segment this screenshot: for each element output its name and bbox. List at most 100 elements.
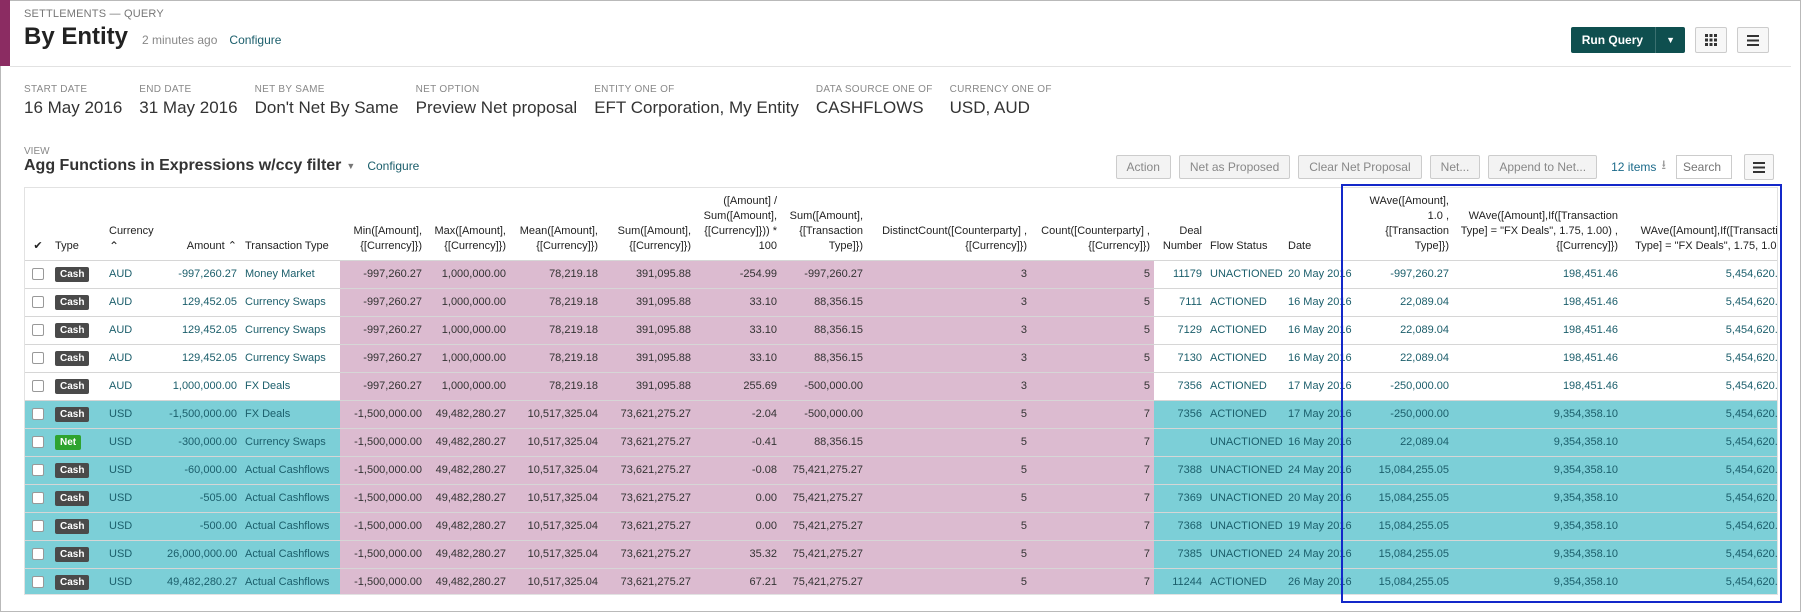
table-row[interactable]: Cash AUD -997,260.27 Money Market -997,260.2… — [25, 259, 1777, 288]
table-row[interactable]: Cash USD 26,000,000.00 Actual Cashflows -1,5… — [25, 539, 1777, 568]
col-header-max[interactable]: Max([Amount], {[Currency]}) — [426, 188, 510, 260]
cell-mean: 10,517,325.04 — [510, 427, 602, 456]
cell-pct: 0.00 — [695, 511, 781, 540]
cell-amount: -505.00 — [163, 483, 241, 512]
row-checkbox[interactable] — [32, 548, 44, 561]
col-header-wave1[interactable]: WAve([Amount], 1.0 , {[Transaction Type]… — [1359, 188, 1453, 260]
cell-wave2: 9,354,358.10 — [1453, 483, 1622, 512]
table-row[interactable]: Cash USD -500.00 Actual Cashflows -1,500,000… — [25, 511, 1777, 540]
hamburger-menu-icon[interactable] — [1737, 27, 1769, 53]
col-header-sum[interactable]: Sum([Amount], {[Currency]}) — [602, 188, 695, 260]
cell-wave1: 15,084,255.05 — [1359, 455, 1453, 484]
col-header-min[interactable]: Min([Amount], {[Currency]}) — [340, 188, 426, 260]
cell-date: 26 May 2016 — [1284, 567, 1359, 594]
filter-label: CURRENCY ONE OF — [949, 84, 1052, 95]
net-as-proposed-button[interactable]: Net as Proposed — [1178, 155, 1291, 179]
table-row[interactable]: Cash AUD 129,452.05 Currency Swaps -997,260.… — [25, 343, 1777, 372]
action-button[interactable]: Action — [1115, 155, 1171, 179]
cell-amount: -1,500,000.00 — [163, 399, 241, 428]
col-header-pct[interactable]: ([Amount] / Sum([Amount], {[Currency]}))… — [695, 188, 781, 260]
row-checkbox[interactable] — [32, 492, 44, 505]
table-row[interactable]: Cash AUD 129,452.05 Currency Swaps -997,260.… — [25, 287, 1777, 316]
table-row[interactable]: Cash AUD 1,000,000.00 FX Deals -997,260.27 1,… — [25, 371, 1777, 400]
col-header-sum-tt[interactable]: Sum([Amount], {[Transaction Type]}) — [781, 188, 867, 260]
cell-currency: AUD — [105, 371, 163, 400]
view-selector[interactable]: Agg Functions in Expressions w/ccy filte… — [24, 157, 341, 175]
filter-currency[interactable]: CURRENCY ONE OF USD, AUD — [950, 84, 1052, 118]
filter-entity[interactable]: ENTITY ONE OF EFT Corporation, My Entity — [594, 84, 799, 118]
table-row[interactable]: Cash USD -505.00 Actual Cashflows -1,500,000… — [25, 483, 1777, 512]
cell-currency: USD — [105, 567, 163, 594]
cell-wave2: 9,354,358.10 — [1453, 567, 1622, 594]
view-configure-link[interactable]: Configure — [367, 159, 419, 173]
col-header-mean[interactable]: Mean([Amount], {[Currency]}) — [510, 188, 602, 260]
cell-wave3: 5,454,620.09 — [1622, 287, 1777, 316]
filter-end-date[interactable]: END DATE 31 May 2016 — [139, 84, 237, 118]
col-header-type[interactable]: Type — [51, 188, 105, 260]
grid-view-icon[interactable] — [1695, 27, 1727, 53]
cell-wave2: 198,451.46 — [1453, 315, 1622, 344]
configure-link[interactable]: Configure — [229, 33, 281, 47]
type-badge: Cash — [55, 350, 90, 366]
row-checkbox-cell — [25, 427, 51, 456]
cell-count: 7 — [1031, 399, 1154, 428]
download-icon[interactable]: ⭳ — [1661, 156, 1666, 178]
caret-down-icon[interactable]: ▼ — [346, 161, 355, 171]
row-checkbox-cell — [25, 371, 51, 400]
table-row[interactable]: Cash USD 49,482,280.27 Actual Cashflows -1,5… — [25, 567, 1777, 594]
row-checkbox[interactable] — [32, 408, 44, 421]
cell-amount: 49,482,280.27 — [163, 567, 241, 594]
col-header-distinct-count[interactable]: DistinctCount([Counterparty] , {[Currenc… — [867, 188, 1031, 260]
cell-distinct: 5 — [867, 483, 1031, 512]
table-row[interactable]: Cash AUD 129,452.05 Currency Swaps -997,260.… — [25, 315, 1777, 344]
results-grid: ✔ Type Currency ⌃ Amount ⌃ Transaction Ty… — [24, 187, 1778, 595]
filter-net-by-same[interactable]: NET BY SAME Don't Net By Same — [255, 84, 399, 118]
table-row[interactable]: Cash USD -1,500,000.00 FX Deals -1,500,000.0… — [25, 399, 1777, 428]
append-to-net-button[interactable]: Append to Net... — [1488, 155, 1598, 179]
cell-pct: -2.04 — [695, 399, 781, 428]
search-input[interactable] — [1676, 155, 1732, 179]
net-button[interactable]: Net... — [1429, 155, 1481, 179]
row-checkbox[interactable] — [32, 380, 44, 393]
select-all-checkbox[interactable]: ✔ — [25, 188, 51, 260]
col-header-deal-number[interactable]: Deal Number — [1154, 188, 1206, 260]
filter-net-option[interactable]: NET OPTION Preview Net proposal — [416, 84, 578, 118]
col-header-transaction-type[interactable]: Transaction Type — [241, 188, 340, 260]
row-checkbox[interactable] — [32, 296, 44, 309]
filter-label: NET OPTION — [415, 84, 480, 95]
cell-min: -1,500,000.00 — [340, 427, 426, 456]
col-header-date[interactable]: Date — [1284, 188, 1359, 260]
clear-net-proposal-button[interactable]: Clear Net Proposal — [1298, 155, 1422, 179]
table-row[interactable]: Net USD -300,000.00 Currency Swaps -1,500,00… — [25, 427, 1777, 456]
row-checkbox[interactable] — [32, 324, 44, 337]
cell-distinct: 3 — [867, 287, 1031, 316]
chevron-down-icon[interactable]: ▼ — [1655, 27, 1685, 53]
cell-count: 7 — [1031, 483, 1154, 512]
row-checkbox[interactable] — [32, 520, 44, 533]
row-checkbox[interactable] — [32, 352, 44, 365]
filter-data-source[interactable]: DATA SOURCE ONE OF CASHFLOWS — [816, 84, 933, 118]
table-row[interactable]: Cash USD -60,000.00 Actual Cashflows -1,500,… — [25, 455, 1777, 484]
row-checkbox[interactable] — [32, 576, 44, 589]
col-header-currency[interactable]: Currency ⌃ — [105, 188, 163, 260]
cell-wave3: 5,454,620.09 — [1622, 483, 1777, 512]
column-menu-icon[interactable] — [1744, 154, 1774, 180]
filter-value: EFT Corporation, My Entity — [594, 98, 799, 117]
col-header-amount[interactable]: Amount ⌃ — [163, 188, 241, 260]
run-query-button[interactable]: Run Query ▼ — [1570, 27, 1685, 53]
col-header-count[interactable]: Count([Counterparty] , {[Currency]}) — [1031, 188, 1154, 260]
header-row: ✔ Type Currency ⌃ Amount ⌃ Transaction Ty… — [25, 188, 1777, 260]
cell-amount: -300,000.00 — [163, 427, 241, 456]
cell-sum: 391,095.88 — [602, 315, 695, 344]
cell-pct: 33.10 — [695, 287, 781, 316]
col-header-wave2[interactable]: WAve([Amount],If([Transaction Type] = "F… — [1453, 188, 1622, 260]
cell-pct: 0.00 — [695, 483, 781, 512]
cell-tt: Actual Cashflows — [241, 539, 340, 568]
filter-start-date[interactable]: START DATE 16 May 2016 — [24, 84, 122, 118]
row-checkbox[interactable] — [32, 464, 44, 477]
col-header-flow-status[interactable]: Flow Status — [1206, 188, 1284, 260]
row-checkbox[interactable] — [32, 436, 44, 449]
cell-amount: 129,452.05 — [163, 315, 241, 344]
row-checkbox[interactable] — [32, 268, 44, 281]
col-header-wave3[interactable]: WAve([Amount],If([Transaction Type] = "F… — [1622, 188, 1777, 260]
